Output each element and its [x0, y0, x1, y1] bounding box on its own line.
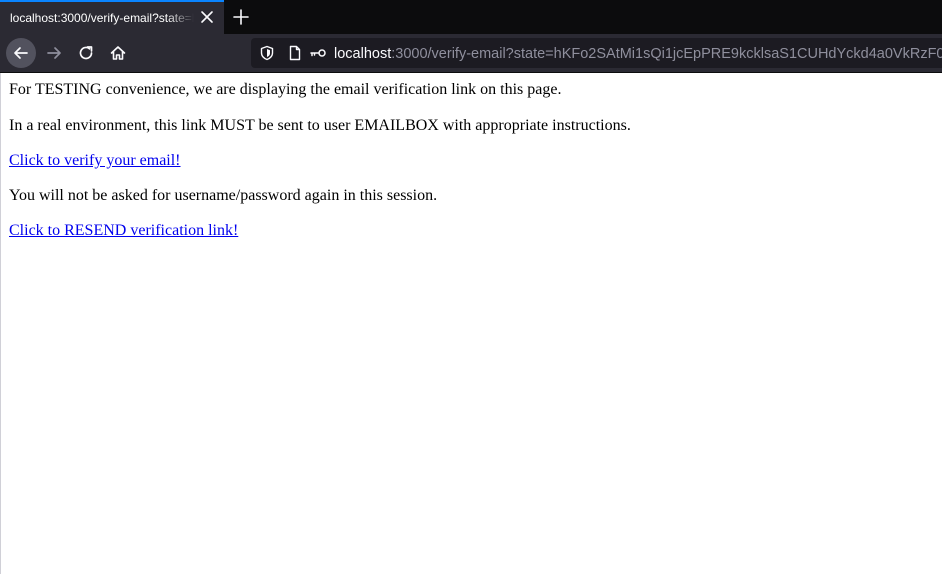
tab-accent-line: [0, 0, 224, 2]
session-notice: You will not be asked for username/passw…: [9, 187, 438, 204]
verify-paragraph: Click to verify your email!: [9, 152, 181, 170]
key-icon[interactable]: [309, 45, 327, 61]
browser-window: localhost:3000/verify-email?state=hKFo2S…: [0, 0, 942, 574]
page-content: For TESTING convenience, we are displayi…: [0, 73, 942, 574]
url-bar[interactable]: localhost:3000/verify-email?state=hKFo2S…: [251, 38, 942, 68]
home-button[interactable]: [103, 38, 133, 68]
page-icon[interactable]: [287, 45, 303, 61]
home-icon: [110, 46, 126, 60]
environment-notice: In a real environment, this link MUST be…: [9, 117, 631, 134]
back-button[interactable]: [6, 38, 36, 68]
arrow-left-icon: [14, 47, 28, 59]
url-path: :3000/verify-email?state=hKFo2SAtMi1sQi1…: [391, 46, 942, 62]
close-icon[interactable]: [199, 9, 215, 25]
url-text[interactable]: localhost:3000/verify-email?state=hKFo2S…: [334, 45, 942, 63]
tab-title: localhost:3000/verify-email?state=hKFo2S…: [10, 11, 194, 25]
resend-paragraph: Click to RESEND verification link!: [9, 222, 238, 240]
tab-strip: localhost:3000/verify-email?state=hKFo2S…: [0, 0, 942, 34]
verify-email-link[interactable]: Click to verify your email!: [9, 152, 181, 169]
forward-button[interactable]: [39, 38, 69, 68]
active-tab[interactable]: localhost:3000/verify-email?state=hKFo2S…: [0, 0, 224, 34]
shield-icon[interactable]: [259, 45, 275, 61]
reload-icon: [79, 46, 93, 60]
resend-verification-link[interactable]: Click to RESEND verification link!: [9, 222, 238, 239]
reload-button[interactable]: [71, 38, 101, 68]
arrow-right-icon: [47, 47, 61, 59]
testing-notice: For TESTING convenience, we are displayi…: [9, 81, 562, 98]
url-host: localhost: [334, 46, 392, 62]
plus-icon[interactable]: [231, 7, 251, 27]
nav-toolbar: localhost:3000/verify-email?state=hKFo2S…: [0, 34, 942, 73]
